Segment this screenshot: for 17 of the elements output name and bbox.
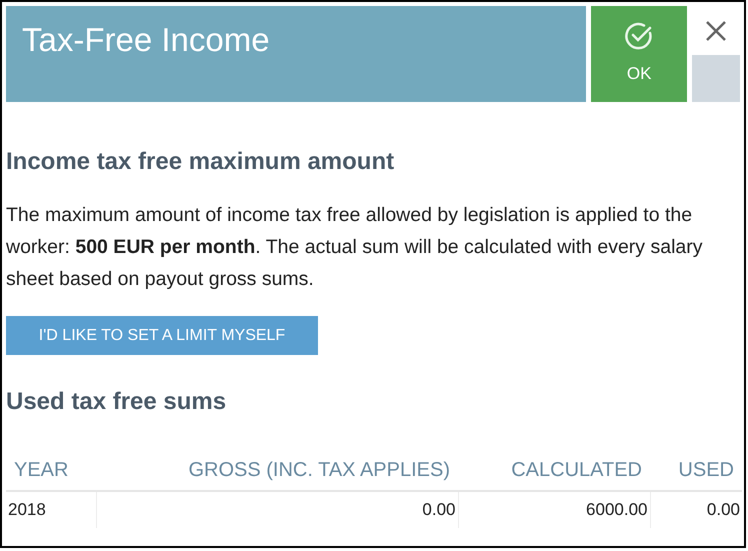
column-header: CALCULATED: [458, 453, 650, 491]
table-cell: 0.00: [650, 491, 742, 528]
section-heading: Income tax free maximum amount: [6, 147, 396, 177]
table-cell: 6000.00: [458, 491, 650, 528]
table-cell: 2018: [6, 491, 96, 528]
description-text: The maximum amount of income tax free allowed by legislation is applied to the worker: 500 EUR per month. The actual sum will be calculated with every salary sheet based on payout gross sums.: [6, 203, 704, 292]
column-header: GROSS (INC. TAX APPLIES): [96, 453, 458, 491]
column-header: YEAR: [6, 453, 96, 491]
table-cell: 0.00: [96, 491, 458, 528]
close-icon: [705, 20, 727, 42]
set-limit-button[interactable]: I'D LIKE TO SET A LIMIT MYSELF: [6, 316, 318, 355]
section-heading: Used tax free sums: [6, 387, 228, 417]
dialog-title: Tax-Free Income: [22, 20, 270, 60]
column-header: USED: [650, 453, 742, 491]
ok-button[interactable]: OK: [591, 6, 687, 102]
check-circle-icon: [624, 21, 654, 52]
side-panel: [692, 55, 740, 102]
